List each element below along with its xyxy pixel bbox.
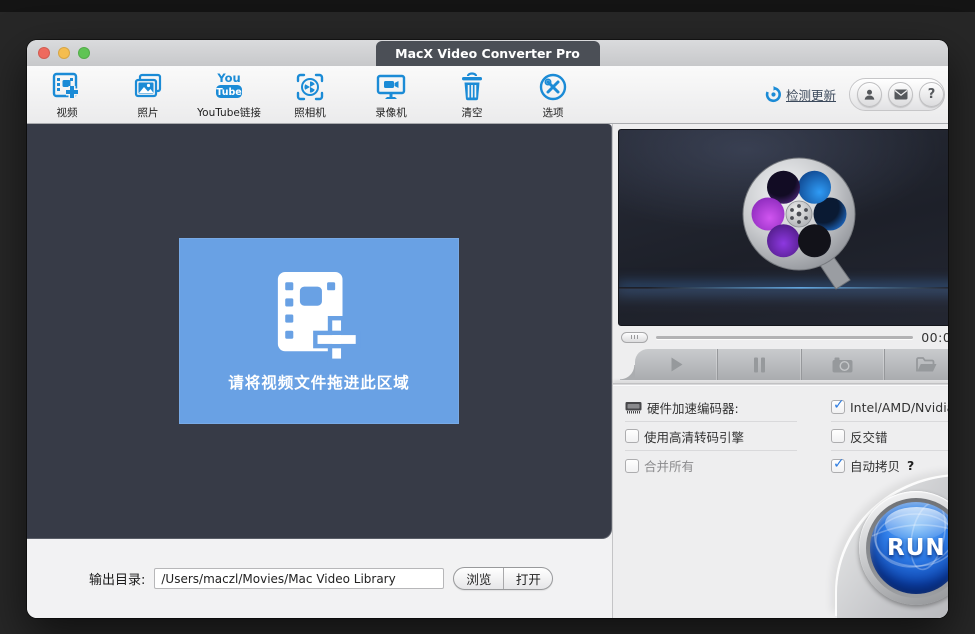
desktop-background-strip (0, 0, 975, 12)
options-row-hardware: 硬件加速编码器: Intel/AMD/Nvidia i (625, 393, 948, 422)
preview-screen (618, 129, 948, 326)
open-button[interactable]: 打开 (503, 568, 552, 589)
toolbar-tools: 视频 照片 You (27, 66, 585, 123)
contact-button[interactable] (888, 82, 913, 107)
check-update-link[interactable]: 检测更新 (765, 85, 836, 104)
run-button[interactable]: RUN (859, 491, 948, 605)
toolbar-item-youtube[interactable]: You Tube YouTube链接 (197, 70, 261, 120)
header-button-group: ? (849, 78, 945, 111)
envelope-icon (894, 89, 908, 100)
content: 请将视频文件拖进此区域 输出目录: 浏览 打开 (27, 124, 948, 618)
trash-icon (457, 70, 487, 103)
playback-time: 00:00:00 (921, 330, 948, 345)
video-drop-panel[interactable]: 请将视频文件拖进此区域 (27, 124, 612, 539)
play-button[interactable] (635, 349, 717, 380)
auto-copy-checkbox[interactable] (831, 459, 845, 473)
photo-icon (132, 70, 164, 103)
play-icon (668, 356, 685, 373)
playback-tab (635, 349, 948, 380)
toolbar-item-label: 录像机 (375, 105, 407, 120)
film-reel-logo (737, 152, 865, 296)
hd-engine-label: 使用高清转码引擎 (644, 427, 744, 446)
toolbar-right: 检测更新 ? (765, 66, 948, 123)
toolbar-item-options[interactable]: 选项 (521, 70, 585, 120)
toolbar-item-label: 视频 (57, 105, 78, 120)
left-column: 请将视频文件拖进此区域 输出目录: 浏览 打开 (27, 124, 612, 618)
titlebar: MacX Video Converter Pro (27, 40, 948, 66)
seek-row: 00:00:00 (613, 326, 948, 348)
toolbar: 视频 照片 You (27, 66, 948, 124)
playback-controls (613, 349, 948, 383)
output-buttons: 浏览 打开 (453, 567, 553, 590)
open-folder-button[interactable] (884, 349, 948, 380)
help-button[interactable]: ? (919, 82, 944, 107)
output-directory-label: 输出目录: (89, 569, 145, 588)
seek-slider-thumb[interactable] (621, 332, 648, 343)
zoom-window-button[interactable] (78, 47, 90, 59)
bottom-bar: 输出目录: 浏览 打开 (27, 539, 612, 618)
traffic-lights (38, 47, 90, 59)
options-row-engine: 使用高清转码引擎 反交错 (625, 422, 948, 451)
close-window-button[interactable] (38, 47, 50, 59)
snapshot-button[interactable] (801, 349, 884, 380)
question-mark-icon: ? (928, 87, 936, 102)
output-directory-input[interactable] (154, 568, 444, 589)
minimize-window-button[interactable] (58, 47, 70, 59)
screen-recorder-icon (374, 70, 408, 103)
run-button-sphere: RUN (870, 502, 948, 594)
toolbar-item-label: 清空 (462, 105, 483, 120)
toolbar-item-label: YouTube链接 (197, 105, 261, 120)
svg-text:You: You (216, 71, 240, 85)
camera-icon (832, 357, 853, 373)
video-add-large-icon (272, 269, 366, 363)
auto-copy-label: 自动拷贝 (850, 456, 900, 475)
video-add-icon (51, 70, 83, 103)
pause-button[interactable] (717, 349, 800, 380)
folder-icon (916, 357, 937, 373)
run-button-corner: RUN (837, 476, 948, 618)
drop-hint-text: 请将视频文件拖进此区域 (228, 371, 410, 393)
seek-slider-track[interactable] (656, 336, 913, 339)
settings-icon (537, 70, 569, 103)
drop-target[interactable]: 请将视频文件拖进此区域 (179, 238, 459, 424)
toolbar-item-photo[interactable]: 照片 (116, 70, 180, 120)
deinterlace-checkbox[interactable] (831, 429, 845, 443)
hardware-encoder-label: 硬件加速编码器: (647, 398, 739, 417)
merge-checkbox[interactable] (625, 459, 639, 473)
account-button[interactable] (857, 82, 882, 107)
app-window: MacX Video Converter Pro 视频 (27, 40, 948, 618)
toolbar-item-label: 选项 (543, 105, 564, 120)
person-icon (863, 88, 876, 101)
browse-button[interactable]: 浏览 (454, 568, 503, 589)
chip-icon (625, 401, 642, 414)
window-title: MacX Video Converter Pro (376, 41, 600, 66)
hardware-checkbox[interactable] (831, 400, 845, 414)
check-update-label: 检测更新 (786, 85, 836, 104)
auto-copy-help[interactable]: ? (907, 458, 914, 473)
camera-aperture-icon (294, 70, 326, 103)
youtube-icon: You Tube (212, 70, 246, 103)
deinterlace-label: 反交错 (850, 427, 888, 446)
pause-icon (753, 357, 766, 373)
toolbar-item-video[interactable]: 视频 (35, 70, 99, 120)
toolbar-item-clear[interactable]: 清空 (440, 70, 504, 120)
refresh-icon (765, 86, 782, 103)
toolbar-item-label: 照相机 (294, 105, 326, 120)
options-section: 硬件加速编码器: Intel/AMD/Nvidia i 使用高清转码引擎 (613, 386, 948, 480)
hd-engine-checkbox[interactable] (625, 429, 639, 443)
svg-text:Tube: Tube (216, 87, 241, 98)
toolbar-item-camera[interactable]: 照相机 (278, 70, 342, 120)
toolbar-item-recorder[interactable]: 录像机 (359, 70, 423, 120)
options-row-merge: 合并所有 自动拷贝 ? (625, 451, 948, 480)
hardware-value-label: Intel/AMD/Nvidia (850, 400, 948, 415)
run-label: RUN (887, 535, 946, 561)
output-directory-row: 输出目录: 浏览 打开 (89, 567, 553, 590)
toolbar-item-label: 照片 (138, 105, 159, 120)
merge-label: 合并所有 (644, 456, 694, 475)
right-panel: 00:00:00 (612, 124, 948, 618)
